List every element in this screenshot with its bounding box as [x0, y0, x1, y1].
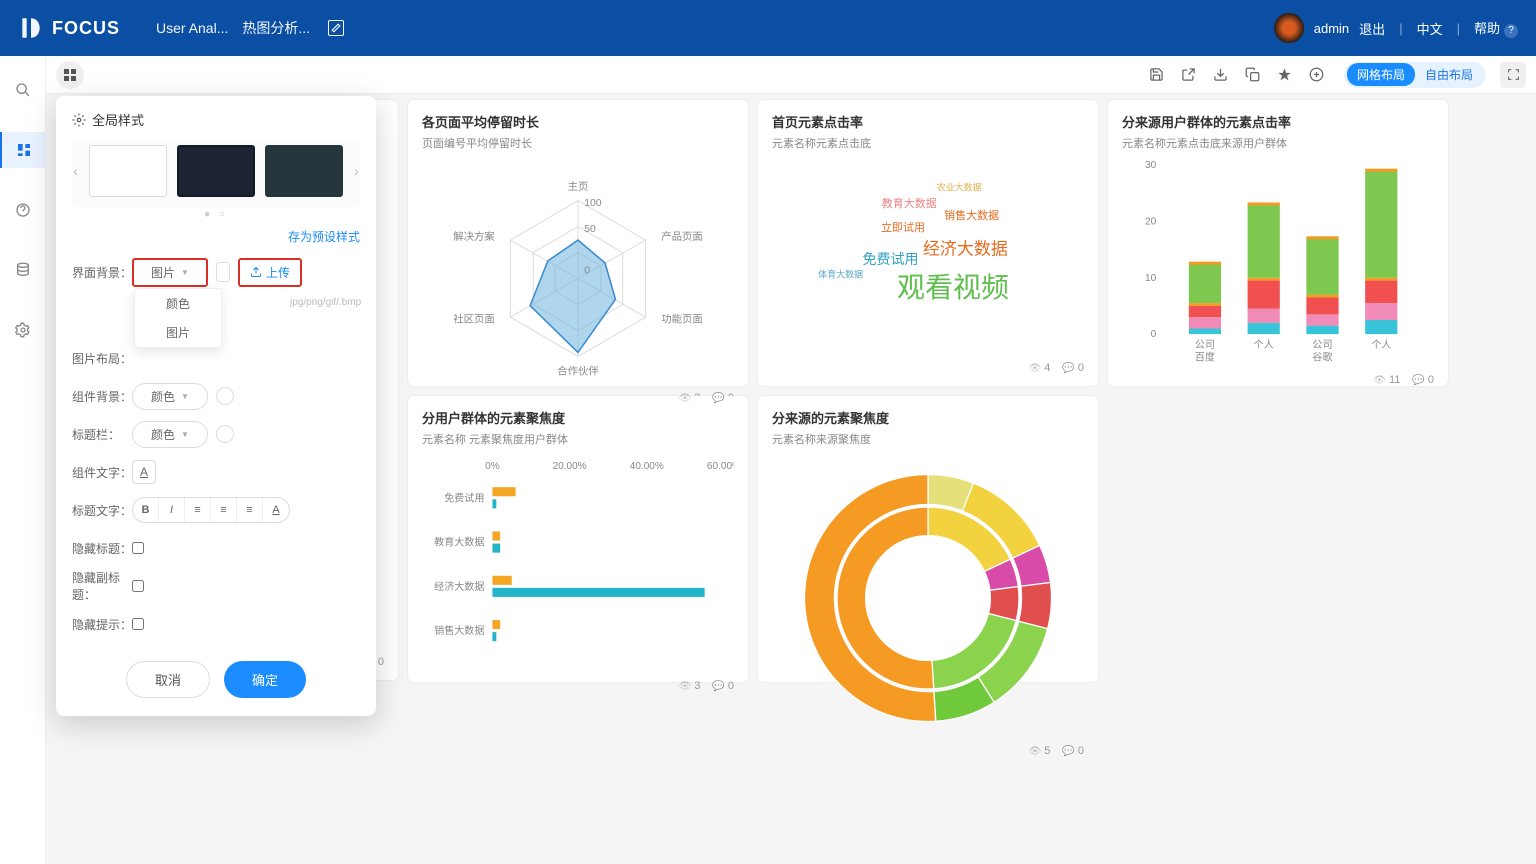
avatar[interactable] [1274, 13, 1304, 43]
svg-text:功能页面: 功能页面 [661, 312, 703, 325]
text-color-title-icon[interactable]: A [263, 498, 289, 522]
language-toggle[interactable]: 中文 [1417, 19, 1443, 38]
svg-text:公司: 公司 [1195, 340, 1215, 351]
card-subtitle: 页面编号平均停留时长 [422, 135, 734, 151]
ok-button[interactable]: 确定 [224, 661, 306, 698]
app-header: FOCUS User Anal... 热图分析... admin 退出 | 中文… [0, 0, 1536, 56]
svg-text:50: 50 [584, 224, 596, 235]
svg-text:公司: 公司 [1312, 340, 1332, 351]
panel-title: 全局样式 [72, 110, 360, 129]
logo-text: FOCUS [52, 18, 120, 39]
star-icon[interactable] [1272, 62, 1298, 88]
sidebar-help-icon[interactable] [0, 192, 46, 228]
tab-user-analysis[interactable]: User Anal... [156, 20, 228, 36]
sidebar-data-icon[interactable] [0, 252, 46, 288]
italic-icon[interactable]: I [159, 498, 185, 522]
theme-prev-icon[interactable]: ‹ [72, 163, 79, 179]
svg-text:30: 30 [1145, 160, 1157, 171]
upload-button[interactable]: 上传 [238, 258, 302, 287]
svg-text:0%: 0% [485, 461, 500, 472]
grid-view-icon[interactable] [56, 61, 84, 89]
theme-swatch-dark[interactable] [177, 145, 255, 197]
card-title: 各页面平均停留时长 [422, 112, 734, 131]
fullscreen-icon[interactable] [1500, 62, 1526, 88]
left-sidebar [0, 56, 46, 864]
user-name: admin [1314, 21, 1349, 36]
svg-text:0: 0 [1151, 329, 1157, 340]
widget-bg-select[interactable]: 颜色▼ [132, 383, 208, 410]
bg-preview-swatch[interactable] [216, 262, 230, 282]
text-color-icon[interactable]: A [132, 460, 156, 484]
title-format-row: B I ≡ ≡ ≡ A [132, 497, 290, 523]
widget-bg-swatch[interactable] [216, 387, 234, 405]
sidebar-dashboard-icon[interactable] [0, 132, 46, 168]
theme-swatch-light[interactable] [89, 145, 167, 197]
hide-tooltip-checkbox[interactable] [132, 618, 144, 630]
align-center-icon[interactable]: ≡ [211, 498, 237, 522]
bold-icon[interactable]: B [133, 498, 159, 522]
share-icon[interactable] [1176, 62, 1202, 88]
titlebar-swatch[interactable] [216, 425, 234, 443]
svg-text:教育大数据: 教育大数据 [434, 536, 484, 549]
hide-title-checkbox[interactable] [132, 542, 144, 554]
svg-text:产品页面: 产品页面 [661, 230, 703, 243]
svg-text:社区页面: 社区页面 [453, 312, 495, 325]
svg-text:60.00%: 60.00% [707, 461, 734, 472]
svg-text:10: 10 [1145, 273, 1157, 284]
logout-link[interactable]: 退出 [1359, 19, 1385, 38]
svg-text:40.00%: 40.00% [630, 461, 664, 472]
svg-text:免费试用: 免费试用 [444, 491, 484, 504]
svg-text:20.00%: 20.00% [553, 461, 587, 472]
titlebar-select[interactable]: 颜色▼ [132, 421, 208, 448]
hide-subtitle-checkbox[interactable] [132, 580, 144, 592]
layout-grid-button[interactable]: 网格布局 [1347, 63, 1415, 86]
svg-text:100: 100 [584, 198, 602, 209]
cancel-button[interactable]: 取消 [126, 661, 210, 698]
card-donut: 分来源的元素聚焦度 元素名称来源聚焦度 50 [758, 396, 1098, 682]
layout-free-button[interactable]: 自由布局 [1415, 63, 1483, 86]
carousel-dots: ● ○ [72, 209, 360, 220]
bg-type-select[interactable]: 图片▼ 颜色 图片 [132, 258, 208, 287]
global-style-panel: 全局样式 ‹ › ● ○ 存为预设样式 界面背景： 图片▼ 颜色 图片 上传 j… [56, 96, 376, 716]
card-stacked-bar: 分来源用户群体的元素点击率 元素名称元素点击底来源用户群体 0102030公司百… [1108, 100, 1448, 386]
save-preset-link[interactable]: 存为预设样式 [288, 230, 360, 244]
add-icon[interactable] [1304, 62, 1330, 88]
sidebar-settings-icon[interactable] [0, 312, 46, 348]
dd-item-image[interactable]: 图片 [135, 318, 221, 347]
save-icon[interactable] [1144, 62, 1170, 88]
svg-text:百度: 百度 [1195, 350, 1215, 363]
bg-dropdown: 颜色 图片 [134, 288, 222, 348]
theme-next-icon[interactable]: › [353, 163, 360, 179]
align-right-icon[interactable]: ≡ [237, 498, 263, 522]
svg-text:合作伙伴: 合作伙伴 [557, 364, 599, 377]
tab-heatmap[interactable]: 热图分析... [242, 18, 310, 38]
svg-text:经济大数据: 经济大数据 [434, 580, 484, 593]
align-left-icon[interactable]: ≡ [185, 498, 211, 522]
dd-item-color[interactable]: 颜色 [135, 289, 221, 318]
layout-toggle: 网格布局 自由布局 [1344, 62, 1486, 88]
dashboard-toolbar: 网格布局 自由布局 [46, 56, 1536, 94]
svg-text:个人: 个人 [1371, 339, 1391, 351]
card-wordcloud: 首页元素点击率 元素名称元素点击底 观看视频经济大数据免费试用销售大数据立即试用… [758, 100, 1098, 386]
svg-text:解决方案: 解决方案 [453, 230, 495, 243]
theme-swatch-teal[interactable] [265, 145, 343, 197]
help-link[interactable]: 帮助? [1474, 18, 1518, 38]
download-icon[interactable] [1208, 62, 1234, 88]
logo: FOCUS [18, 15, 120, 41]
sidebar-search-icon[interactable] [0, 72, 46, 108]
svg-text:谷歌: 谷歌 [1312, 350, 1332, 363]
svg-text:主页: 主页 [568, 181, 589, 193]
svg-text:销售大数据: 销售大数据 [434, 624, 484, 637]
copy-icon[interactable] [1240, 62, 1266, 88]
svg-text:0: 0 [584, 265, 590, 276]
focus-logo-icon [18, 15, 44, 41]
card-radar: 各页面平均停留时长 页面编号平均停留时长 主页 产品页面 功能页面 合作伙伴 社… [408, 100, 748, 386]
svg-text:20: 20 [1145, 216, 1157, 227]
card-hbar: 分用户群体的元素聚焦度 元素名称 元素聚焦度用户群体 0%20.00%40.00… [408, 396, 748, 682]
svg-text:个人: 个人 [1254, 339, 1274, 351]
edit-icon[interactable] [328, 20, 344, 36]
